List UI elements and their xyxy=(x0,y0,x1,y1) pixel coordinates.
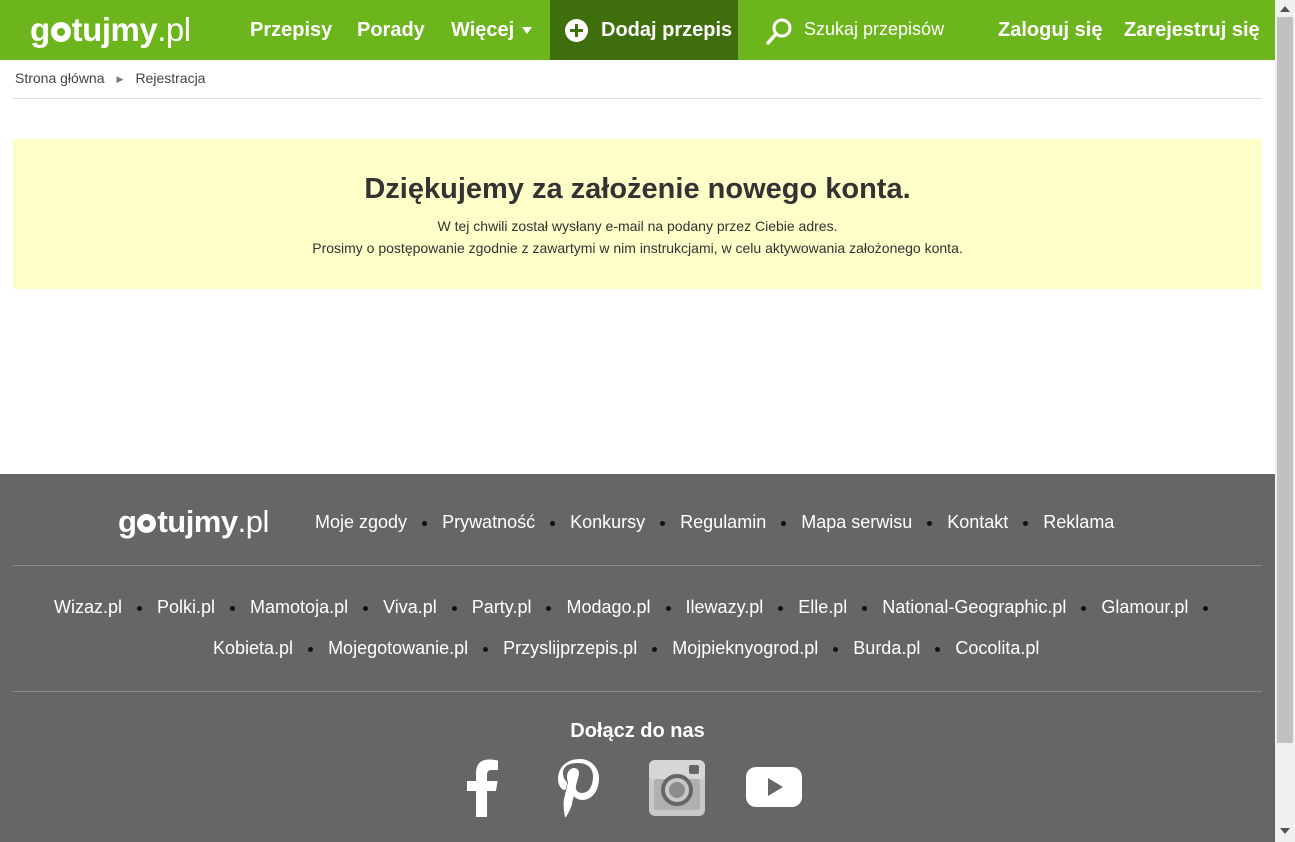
footer-logo-o-icon xyxy=(137,514,157,533)
footer-links: Moje zgody Prywatność Konkursy Regulamin Map… xyxy=(315,512,1114,533)
footer-divider-1 xyxy=(13,565,1262,566)
registration-success-notice: Dziękujemy za założenie nowego konta. W … xyxy=(13,139,1262,289)
nav-recipes[interactable]: Przepisy xyxy=(250,0,332,60)
partner-link[interactable]: Mojegotowanie.pl xyxy=(328,638,468,658)
logo-o-icon xyxy=(50,22,71,42)
breadcrumb-current: Rejestracja xyxy=(135,70,206,86)
footer-link-contests[interactable]: Konkursy xyxy=(570,512,645,532)
scroll-down-arrow-icon[interactable] xyxy=(1280,828,1290,834)
partner-link[interactable]: Ilewazy.pl xyxy=(686,597,764,617)
footer-link-advertising[interactable]: Reklama xyxy=(1043,512,1114,532)
partner-link[interactable]: Viva.pl xyxy=(383,597,437,617)
search-input[interactable] xyxy=(800,14,946,44)
logo-suffix: .pl xyxy=(157,11,191,48)
partner-link[interactable]: Mojpieknyogrod.pl xyxy=(672,638,818,658)
partner-link[interactable]: Cocolita.pl xyxy=(955,638,1039,658)
page: g tujmy .pl Przepisy Porady Więcej Dodaj p… xyxy=(0,0,1275,842)
footer-logo[interactable]: g tujmy .pl xyxy=(118,502,269,542)
footer-link-contact[interactable]: Kontakt xyxy=(947,512,1008,532)
footer-divider-2 xyxy=(13,691,1262,692)
footer-logo-suffix: .pl xyxy=(237,504,270,539)
login-link[interactable]: Zaloguj się xyxy=(998,0,1102,60)
add-recipe-label: Dodaj przepis xyxy=(601,19,733,41)
breadcrumb-home[interactable]: Strona główna xyxy=(15,70,105,86)
youtube-icon[interactable] xyxy=(746,767,802,807)
partner-link[interactable]: Elle.pl xyxy=(798,597,847,617)
notice-line-2: Prosimy o postępowanie zgodnie z zawarty… xyxy=(312,240,963,256)
partner-link[interactable]: Przyslijprzepis.pl xyxy=(503,638,637,658)
breadcrumb-arrow-icon: ▶ xyxy=(116,73,124,84)
scroll-up-arrow-icon[interactable] xyxy=(1280,6,1290,12)
partner-link[interactable]: Mamotoja.pl xyxy=(250,597,348,617)
caret-down-icon xyxy=(522,27,533,35)
instagram-icon[interactable] xyxy=(649,760,705,816)
facebook-icon[interactable] xyxy=(463,759,501,817)
partner-link[interactable]: Wizaz.pl xyxy=(54,597,122,617)
nav-tips[interactable]: Porady xyxy=(357,0,425,60)
footer: g tujmy .pl Moje zgody Prywatność Konkursy Re… xyxy=(0,474,1275,842)
notice-line-1: W tej chwili został wysłany e-mail na po… xyxy=(437,218,838,234)
footer-link-sitemap[interactable]: Mapa serwisu xyxy=(801,512,912,532)
partner-links-row-1: Wizaz.pl Polki.pl Mamotoja.pl Viva.pl Party.… xyxy=(54,597,1223,618)
plus-circle-icon xyxy=(565,19,588,42)
partner-link[interactable]: Modago.pl xyxy=(566,597,650,617)
register-link[interactable]: Zarejestruj się xyxy=(1124,0,1260,60)
site-logo[interactable]: g tujmy .pl xyxy=(30,8,191,52)
search-icon[interactable] xyxy=(765,17,793,47)
breadcrumb-divider xyxy=(13,98,1262,99)
footer-link-privacy[interactable]: Prywatność xyxy=(442,512,535,532)
vertical-scrollbar[interactable] xyxy=(1275,0,1295,842)
join-us-heading: Dołącz do nas xyxy=(570,720,705,742)
partner-link[interactable]: Party.pl xyxy=(472,597,532,617)
partner-links-row-2: Kobieta.pl Mojegotowanie.pl Przyslijprzepi… xyxy=(213,638,1039,659)
pinterest-icon[interactable] xyxy=(556,758,602,818)
nav-more[interactable]: Więcej xyxy=(451,0,533,60)
nav-more-label: Więcej xyxy=(451,19,515,41)
partner-link[interactable]: Kobieta.pl xyxy=(213,638,293,658)
footer-link-consents[interactable]: Moje zgody xyxy=(315,512,407,532)
partner-link[interactable]: Burda.pl xyxy=(853,638,920,658)
partner-link[interactable]: Polki.pl xyxy=(157,597,215,617)
partner-link[interactable]: National-Geographic.pl xyxy=(882,597,1066,617)
footer-link-terms[interactable]: Regulamin xyxy=(680,512,766,532)
partner-link[interactable]: Glamour.pl xyxy=(1101,597,1188,617)
notice-title: Dziękujemy za założenie nowego konta. xyxy=(364,173,911,205)
breadcrumb: Strona główna ▶ Rejestracja xyxy=(15,70,205,86)
top-navigation-bar: g tujmy .pl Przepisy Porady Więcej Dodaj p… xyxy=(0,0,1275,60)
add-recipe-button[interactable]: Dodaj przepis xyxy=(550,0,738,60)
scrollbar-thumb[interactable] xyxy=(1277,17,1293,743)
